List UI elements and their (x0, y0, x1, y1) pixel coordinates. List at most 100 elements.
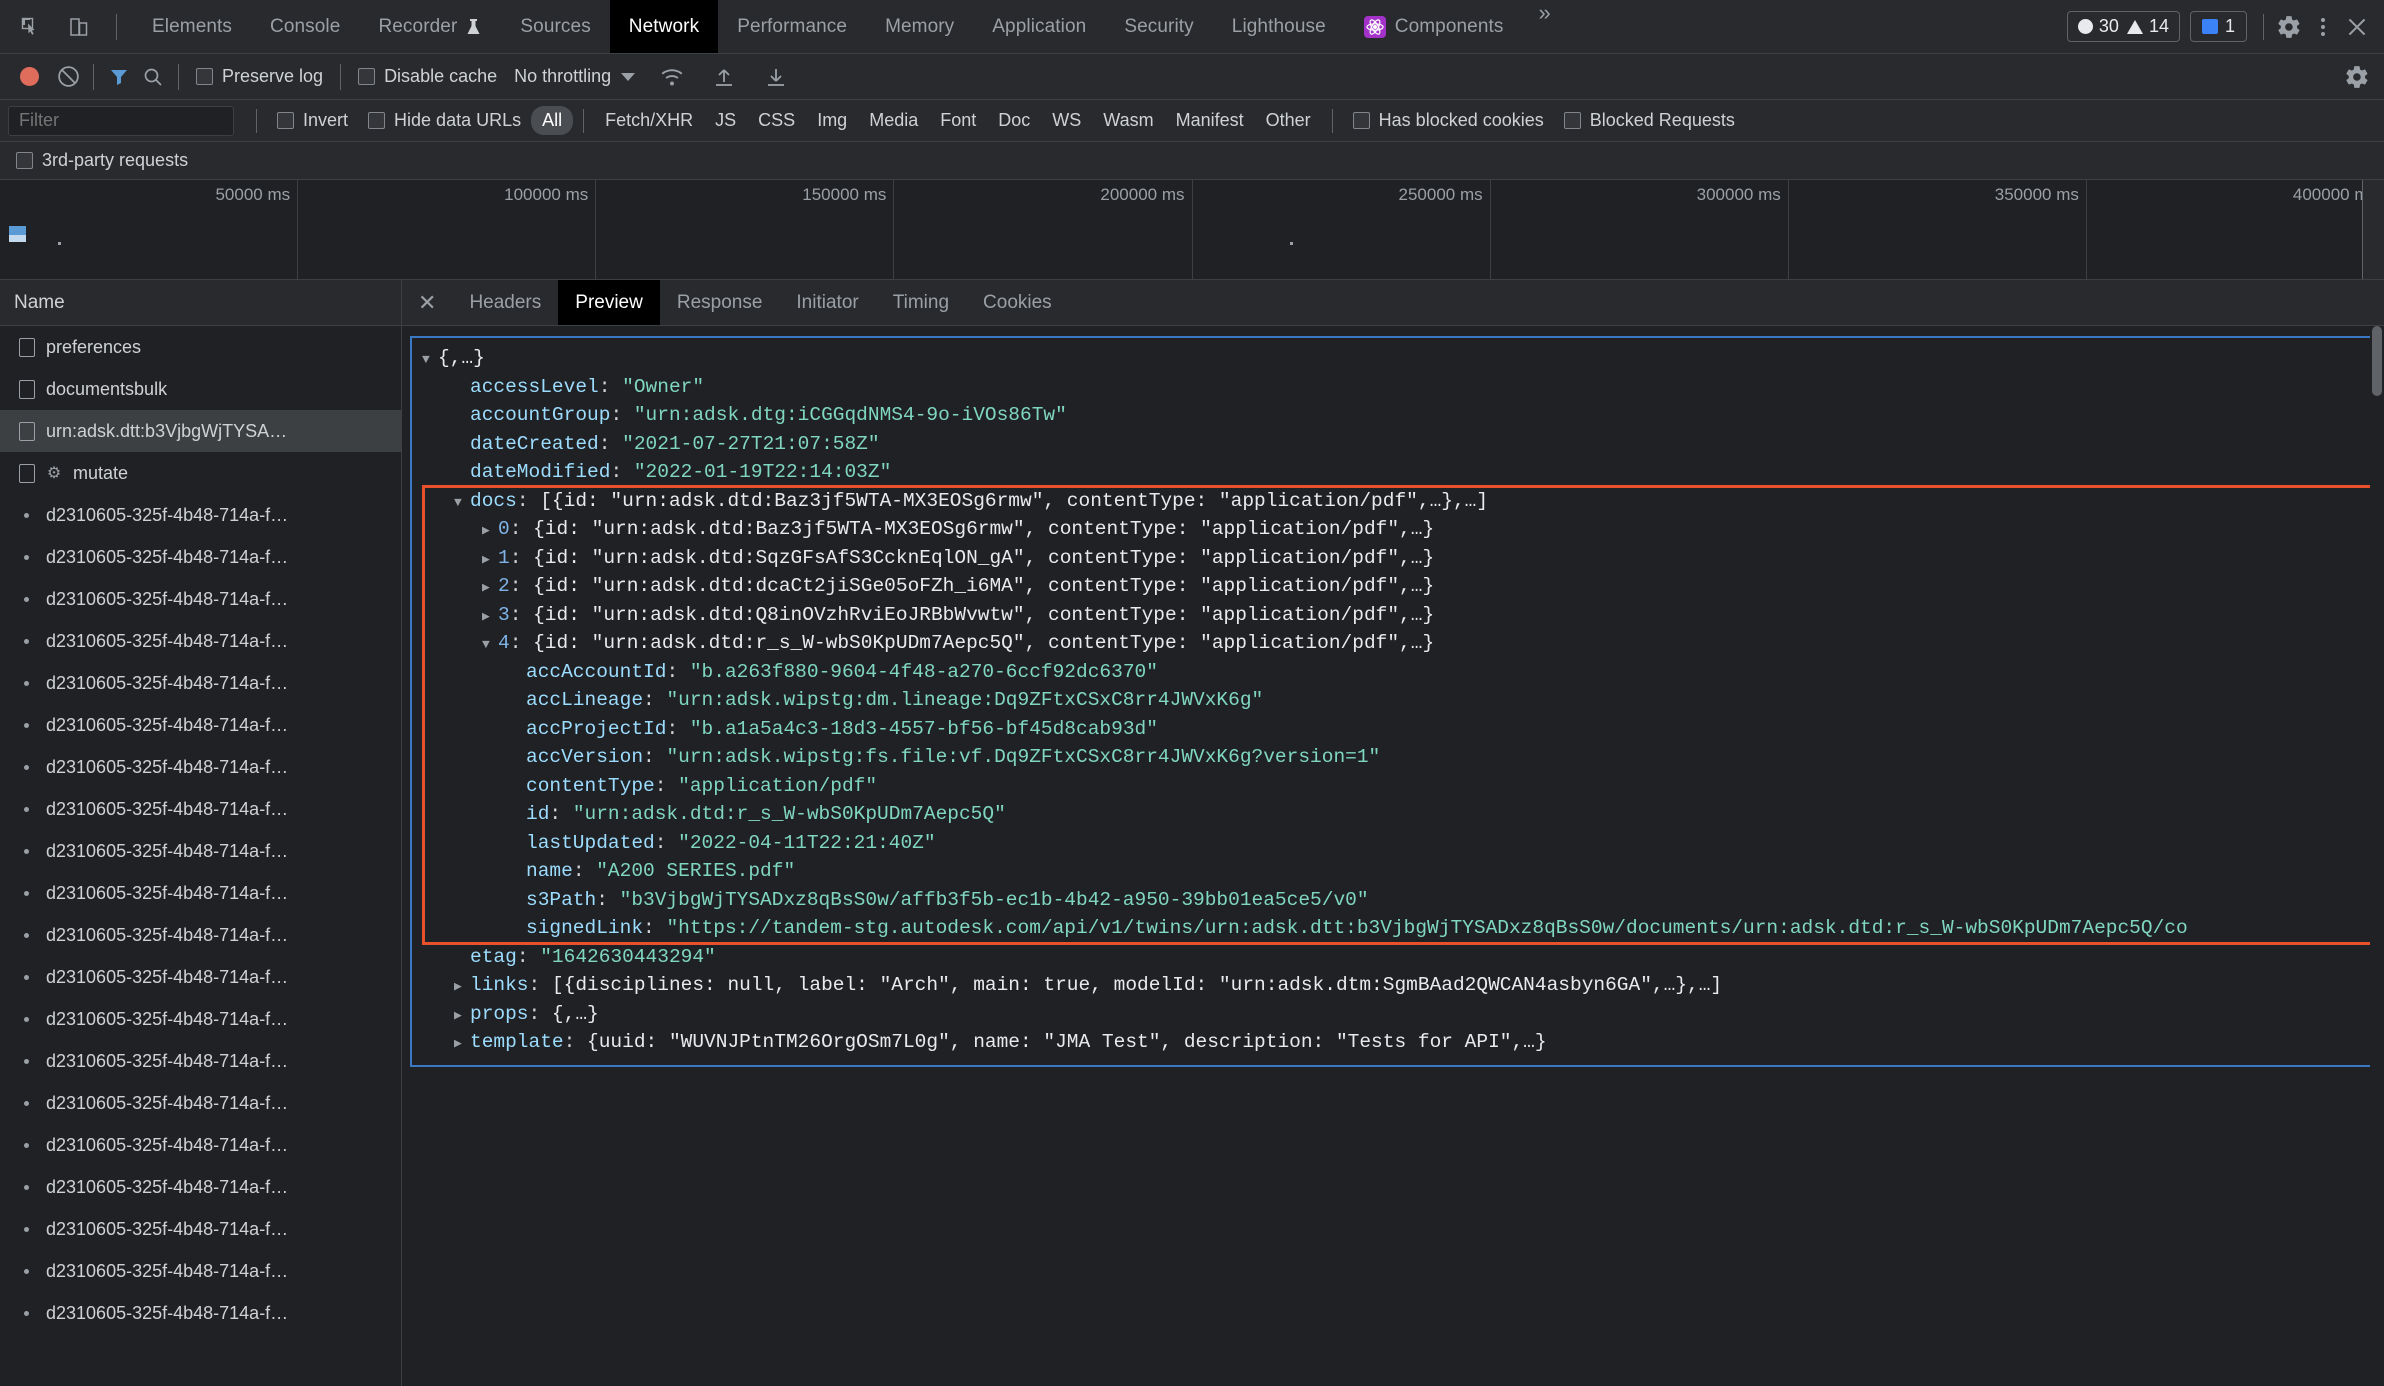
json-line[interactable]: accProjectId: "b.a1a5a4c3-18d3-4557-bf56… (412, 715, 2374, 744)
type-filter-other[interactable]: Other (1255, 106, 1322, 135)
json-line[interactable]: accessLevel: "Owner" (412, 373, 2374, 402)
request-row[interactable]: d2310605-325f-4b48-714a-f… (0, 662, 401, 704)
invert-checkbox[interactable]: Invert (277, 110, 348, 131)
expand-arrow-icon[interactable] (454, 971, 470, 1002)
import-har-icon[interactable] (709, 62, 739, 92)
export-har-icon[interactable] (761, 62, 791, 92)
json-line[interactable]: lastUpdated: "2022-04-11T22:21:40Z" (412, 829, 2374, 858)
type-filter-all[interactable]: All (531, 106, 574, 135)
type-filter-fetch-xhr[interactable]: Fetch/XHR (594, 106, 704, 135)
json-root-line[interactable]: {,…} (412, 344, 2374, 373)
inspect-element-icon[interactable] (14, 10, 48, 44)
tab-elements[interactable]: Elements (133, 0, 251, 53)
type-filter-ws[interactable]: WS (1041, 106, 1092, 135)
expand-arrow-icon[interactable] (482, 515, 498, 546)
json-preview-viewer[interactable]: {,…}accessLevel: "Owner"accountGroup: "u… (402, 326, 2384, 1386)
tab-sources[interactable]: Sources (501, 0, 609, 53)
request-row[interactable]: d2310605-325f-4b48-714a-f… (0, 1040, 401, 1082)
json-line[interactable]: links: [{disciplines: null, label: "Arch… (412, 971, 2374, 1000)
filter-icon[interactable] (104, 62, 134, 92)
network-conditions-icon[interactable] (657, 62, 687, 92)
request-row[interactable]: d2310605-325f-4b48-714a-f… (0, 1166, 401, 1208)
expand-arrow-icon[interactable] (482, 629, 498, 660)
expand-arrow-icon[interactable] (454, 1000, 470, 1031)
tab-network[interactable]: Network (609, 0, 719, 53)
json-line[interactable]: accVersion: "urn:adsk.wipstg:fs.file:vf.… (412, 743, 2374, 772)
request-row[interactable]: d2310605-325f-4b48-714a-f… (0, 704, 401, 746)
json-line[interactable]: 4: {id: "urn:adsk.dtd:r_s_W-wbS0KpUDm7Ae… (412, 629, 2374, 658)
tab-timing[interactable]: Timing (876, 280, 966, 325)
json-tree[interactable]: {,…}accessLevel: "Owner"accountGroup: "u… (410, 336, 2376, 1067)
json-line[interactable]: signedLink: "https://tandem-stg.autodesk… (412, 914, 2374, 943)
more-options-icon[interactable] (2306, 10, 2340, 44)
warning-badge[interactable]: 14 (2126, 16, 2169, 37)
issues-badge-group[interactable]: 30 14 (2066, 11, 2180, 42)
tab-console[interactable]: Console (251, 0, 359, 53)
request-row[interactable]: ⚙ mutate (0, 452, 401, 494)
json-line[interactable]: name: "A200 SERIES.pdf" (412, 857, 2374, 886)
tab-initiator[interactable]: Initiator (779, 280, 875, 325)
json-line[interactable]: 3: {id: "urn:adsk.dtd:Q8inOVzhRviEoJRBbW… (412, 601, 2374, 630)
request-row[interactable]: d2310605-325f-4b48-714a-f… (0, 620, 401, 662)
has-blocked-cookies-checkbox[interactable]: Has blocked cookies (1352, 110, 1544, 131)
request-row[interactable]: urn:adsk.dtt:b3VjbgWjTYSA… (0, 410, 401, 452)
preserve-log-checkbox[interactable]: Preserve log (196, 66, 323, 87)
hide-data-urls-checkbox[interactable]: Hide data URLs (368, 110, 521, 131)
json-line[interactable]: docs: [{id: "urn:adsk.dtd:Baz3jf5WTA-MX3… (412, 487, 2374, 516)
scrollbar-thumb[interactable] (2372, 326, 2382, 396)
json-line[interactable]: 1: {id: "urn:adsk.dtd:SqzGFsAfS3CcknEqlO… (412, 544, 2374, 573)
request-row[interactable]: d2310605-325f-4b48-714a-f… (0, 494, 401, 536)
tab-application[interactable]: Application (973, 0, 1105, 53)
expand-arrow-icon[interactable] (482, 601, 498, 632)
disable-cache-checkbox[interactable]: Disable cache (358, 66, 497, 87)
expand-arrow-icon[interactable] (454, 487, 470, 518)
tab-performance[interactable]: Performance (718, 0, 866, 53)
third-party-requests-checkbox[interactable]: 3rd-party requests (16, 150, 188, 171)
search-icon[interactable] (138, 62, 168, 92)
json-line[interactable]: dateModified: "2022-01-19T22:14:03Z" (412, 458, 2374, 487)
json-line[interactable]: etag: "1642630443294" (412, 943, 2374, 972)
request-row[interactable]: d2310605-325f-4b48-714a-f… (0, 578, 401, 620)
json-line[interactable]: template: {uuid: "WUVNJPtnTM26OrgOSm7L0g… (412, 1028, 2374, 1057)
request-row[interactable]: d2310605-325f-4b48-714a-f… (0, 1208, 401, 1250)
request-row[interactable]: d2310605-325f-4b48-714a-f… (0, 956, 401, 998)
tab-memory[interactable]: Memory (866, 0, 973, 53)
request-row[interactable]: d2310605-325f-4b48-714a-f… (0, 872, 401, 914)
tab-preview[interactable]: Preview (558, 280, 660, 325)
message-badge[interactable]: 1 (2189, 11, 2247, 42)
tab-security[interactable]: Security (1105, 0, 1212, 53)
json-line[interactable]: accountGroup: "urn:adsk.dtg:iCGGqdNMS4-9… (412, 401, 2374, 430)
tab-components[interactable]: Components (1345, 0, 1523, 53)
type-filter-wasm[interactable]: Wasm (1092, 106, 1164, 135)
clear-button[interactable] (53, 62, 83, 92)
json-line[interactable]: id: "urn:adsk.dtd:r_s_W-wbS0KpUDm7Aepc5Q… (412, 800, 2374, 829)
close-icon[interactable] (2340, 10, 2374, 44)
request-row[interactable]: d2310605-325f-4b48-714a-f… (0, 1082, 401, 1124)
tab-lighthouse[interactable]: Lighthouse (1213, 0, 1345, 53)
request-row[interactable]: d2310605-325f-4b48-714a-f… (0, 830, 401, 872)
tab-response[interactable]: Response (660, 280, 780, 325)
json-line[interactable]: 0: {id: "urn:adsk.dtd:Baz3jf5WTA-MX3EOSg… (412, 515, 2374, 544)
tab-headers[interactable]: Headers (452, 280, 558, 325)
network-settings-icon[interactable] (2342, 62, 2372, 92)
close-detail-icon[interactable]: ✕ (402, 280, 452, 325)
tab-cookies[interactable]: Cookies (966, 280, 1069, 325)
vertical-scrollbar[interactable] (2370, 326, 2384, 1386)
device-toolbar-icon[interactable] (62, 10, 96, 44)
request-row[interactable]: d2310605-325f-4b48-714a-f… (0, 914, 401, 956)
json-line[interactable]: s3Path: "b3VjbgWjTYSADxz8qBsS0w/affb3f5b… (412, 886, 2374, 915)
type-filter-manifest[interactable]: Manifest (1165, 106, 1255, 135)
request-row[interactable]: d2310605-325f-4b48-714a-f… (0, 536, 401, 578)
json-line[interactable]: contentType: "application/pdf" (412, 772, 2374, 801)
type-filter-media[interactable]: Media (858, 106, 929, 135)
type-filter-img[interactable]: Img (806, 106, 858, 135)
expand-arrow-icon[interactable] (482, 544, 498, 575)
filter-input[interactable] (8, 105, 234, 136)
json-line[interactable]: accLineage: "urn:adsk.wipstg:dm.lineage:… (412, 686, 2374, 715)
request-row[interactable]: preferences (0, 326, 401, 368)
type-filter-doc[interactable]: Doc (987, 106, 1041, 135)
network-overview-timeline[interactable]: 50000 ms 100000 ms 150000 ms 200000 ms 2… (0, 180, 2384, 280)
type-filter-css[interactable]: CSS (747, 106, 806, 135)
request-row[interactable]: d2310605-325f-4b48-714a-f… (0, 1250, 401, 1292)
error-badge[interactable]: 30 (2077, 16, 2119, 37)
